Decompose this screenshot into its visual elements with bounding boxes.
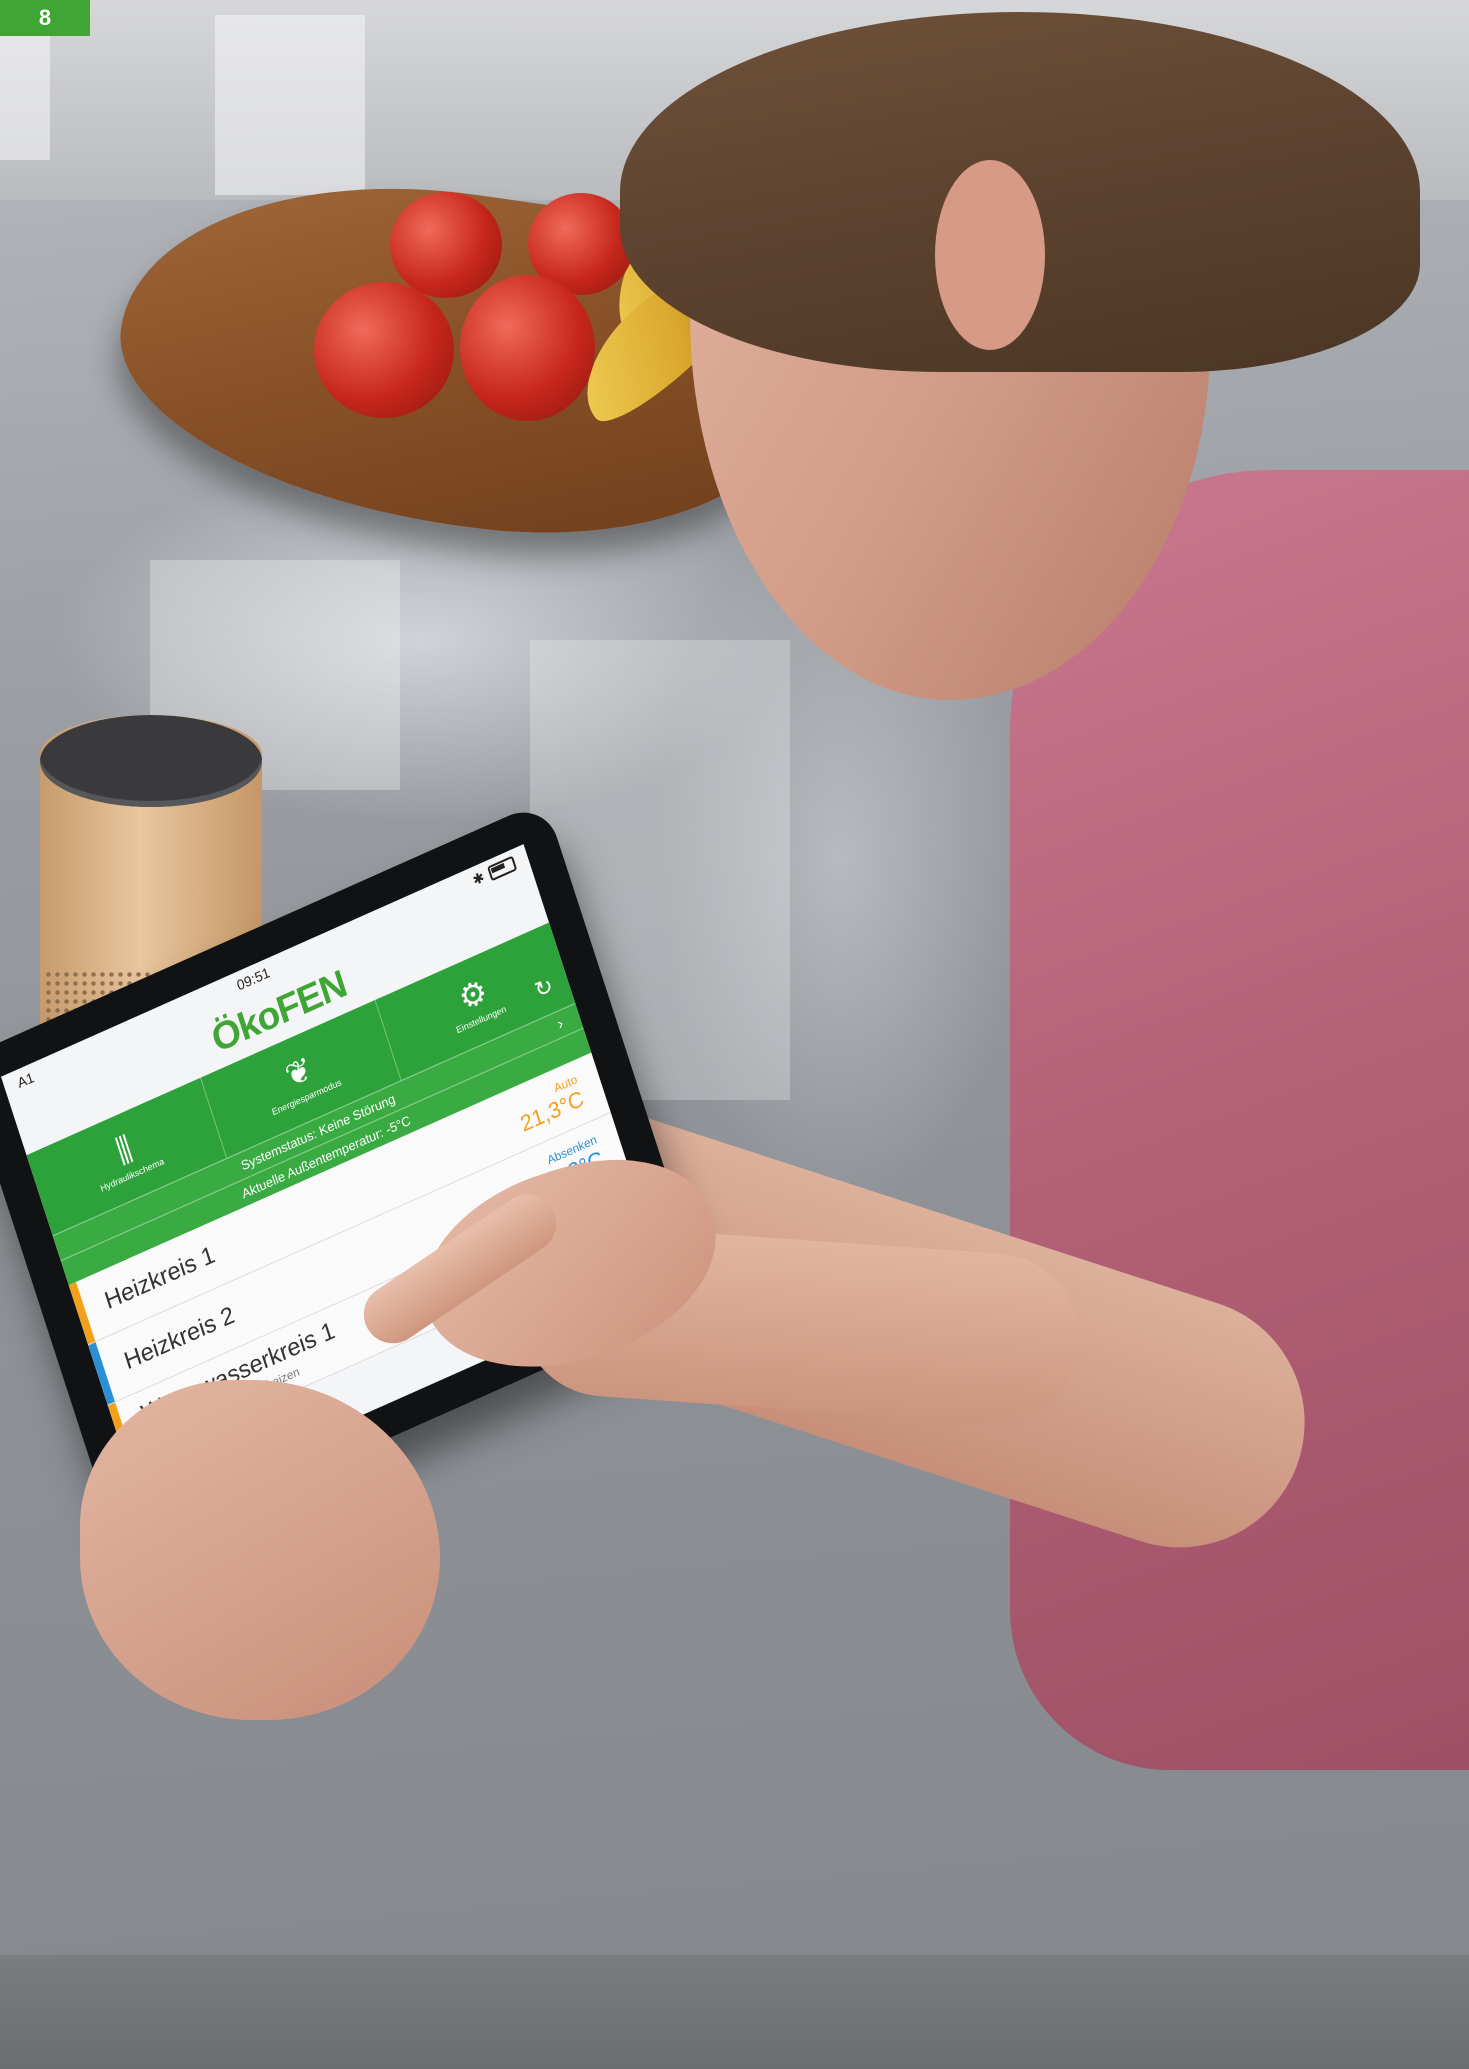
apple	[314, 282, 454, 418]
bluetooth-icon: ✱	[470, 867, 487, 889]
gear-icon: ⚙	[454, 971, 492, 1018]
page-number-badge: 8	[0, 0, 90, 36]
chevron-right-icon: ›	[555, 1014, 566, 1034]
window-reflection	[215, 15, 365, 195]
page-number: 8	[38, 5, 52, 30]
leaf-icon: ❦	[280, 1049, 317, 1095]
counter-edge	[0, 1955, 1469, 2069]
carrier-label: A1	[15, 1068, 36, 1092]
apple	[390, 192, 502, 298]
row-accent	[88, 1342, 115, 1405]
person-ear	[935, 160, 1045, 350]
sliders-icon: ⫼	[111, 1129, 137, 1171]
row-accent	[68, 1281, 96, 1345]
smart-speaker-top	[40, 715, 262, 807]
kitchen-photo: A1 09:51 ✱ ÖkoFEN ⫼ Hydraulikschema ❦ En…	[0, 0, 1469, 2069]
apple	[460, 275, 595, 421]
person-shirt	[1010, 470, 1469, 1770]
window-reflection	[0, 20, 50, 160]
